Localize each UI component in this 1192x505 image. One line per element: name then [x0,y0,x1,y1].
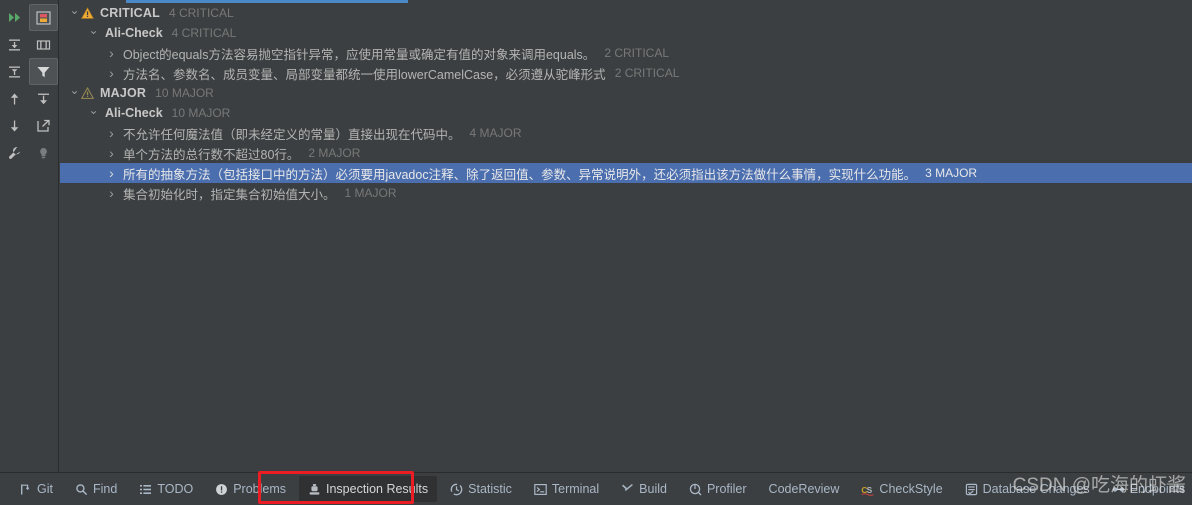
lightbulb-icon[interactable] [29,139,58,166]
list-icon [139,483,152,496]
warning-major-icon [81,86,94,100]
tool-window-tab-label: Problems [233,482,286,496]
tool-window-tab-git[interactable]: Git [10,476,62,502]
tree-row-count: 10 MAJOR [155,86,214,100]
chevron-right-icon[interactable] [105,126,118,141]
chevron-right-icon[interactable] [105,46,118,61]
git-branch-icon [19,483,32,496]
tree-row-count: 3 MAJOR [925,166,978,180]
tool-window-tab-checkstyle[interactable]: C S CheckStyle [852,476,951,502]
hammer-icon [621,483,634,496]
tree-row-label: Object的equals方法容易抛空指针异常，应使用常量或确定有值的对象来调用… [123,47,596,62]
chevron-right-icon[interactable] [105,166,118,181]
tool-window-tab-build[interactable]: Build [612,476,676,502]
previous-occurrence-icon[interactable] [0,85,29,112]
tool-window-tab-find[interactable]: Find [66,476,126,502]
inspection-results-tree-panel: CRITICAL 4 CRITICAL Ali-Check 4 CRITICAL Obj… [60,0,1192,472]
chevron-right-icon[interactable] [105,146,118,161]
endpoints-icon [1112,483,1125,496]
tree-row-label: 不允许任何魔法值（即未经定义的常量）直接出现在代码中。 [123,127,461,142]
chevron-right-icon[interactable] [105,66,118,81]
tree-row-count: 1 MAJOR [344,186,397,200]
svg-text:S: S [867,484,873,494]
error-circle-icon [215,483,228,496]
tool-window-tab-inspection-results[interactable]: Inspection Results [299,476,438,502]
tool-window-tab-label: Statistic [468,482,512,496]
tree-row-major-item-1[interactable]: 不允许任何魔法值（即未经定义的常量）直接出现在代码中。 4 MAJOR [60,123,1192,143]
search-icon [75,483,88,496]
tree-row-count: 4 MAJOR [469,126,522,140]
chevron-down-icon[interactable] [68,87,81,100]
tool-window-tab-label: Endpoints [1129,482,1186,496]
tool-window-tab-statistic[interactable]: Statistic [441,476,521,502]
tree-row-label: 方法名、参数名、成员变量、局部变量都统一使用lowerCamelCase，必须遵… [123,67,606,82]
chevron-down-icon[interactable] [87,27,100,40]
tool-window-tab-profiler[interactable]: Profiler [680,476,756,502]
tool-window-tab-label: Build [639,482,667,496]
inspection-toolbar [0,0,59,472]
export-icon[interactable] [29,112,58,139]
checkstyle-icon: CS [861,483,875,496]
inspection-icon [308,483,321,496]
tree-row-critical-item-2[interactable]: 方法名、参数名、成员变量、局部变量都统一使用lowerCamelCase，必须遵… [60,63,1192,83]
tool-window-tab-label: Terminal [551,482,600,496]
tree-row-major-severity[interactable]: MAJOR 10 MAJOR [60,83,1192,103]
filter-icon[interactable] [29,58,58,85]
expand-all-icon[interactable] [0,31,29,58]
tree-row-label: MAJOR [100,86,147,100]
tree-row-critical-severity[interactable]: CRITICAL 4 CRITICAL [60,3,1192,23]
tool-window-tab-problems[interactable]: Problems [206,476,295,502]
tree-row-label: Ali-Check [105,26,163,40]
tree-row-label: 集合初始化时，指定集合初始值大小。 [123,187,336,202]
tool-window-tab-terminal[interactable]: Terminal [525,476,608,502]
tree-row-label: Ali-Check [105,106,163,120]
group-by-directory-icon[interactable] [29,31,58,58]
inspection-tree[interactable]: CRITICAL 4 CRITICAL Ali-Check 4 CRITICAL Obj… [60,0,1192,203]
rerun-inspection-icon[interactable] [0,4,29,31]
tool-window-tab-label: TODO [157,482,194,496]
database-icon [965,483,978,496]
tree-row-label: 所有的抽象方法（包括接口中的方法）必须要用javadoc注释、除了返回值、参数、… [123,167,917,182]
tool-window-tab-label: CodeReview [768,482,840,496]
tree-row-major-ali-check[interactable]: Ali-Check 10 MAJOR [60,103,1192,123]
chevron-down-icon[interactable] [87,107,100,120]
ide-inspection-results-window: CRITICAL 4 CRITICAL Ali-Check 4 CRITICAL Obj… [0,0,1192,505]
tree-row-count: 10 MAJOR [171,106,231,120]
chevron-right-icon[interactable] [105,186,118,201]
chevron-down-icon[interactable] [68,7,81,20]
tree-row-label: 单个方法的总行数不超过80行。 [123,147,300,162]
tree-row-count: 4 CRITICAL [168,6,234,20]
tree-row-major-item-4[interactable]: 集合初始化时，指定集合初始值大小。 1 MAJOR [60,183,1192,203]
collapse-all-icon[interactable] [0,58,29,85]
settings-wrench-icon[interactable] [0,139,29,166]
tool-window-tab-label: Find [92,482,118,496]
tool-window-tab-endpoints[interactable]: Endpoints [1103,476,1192,502]
tree-row-major-item-3[interactable]: 所有的抽象方法（包括接口中的方法）必须要用javadoc注释、除了返回值、参数、… [60,163,1192,183]
inspection-settings-icon[interactable] [29,4,58,31]
tool-window-tab-code-review[interactable]: CodeReview [760,476,849,502]
next-occurrence-icon[interactable] [0,112,29,139]
tree-row-critical-item-1[interactable]: Object的equals方法容易抛空指针异常，应使用常量或确定有值的对象来调用… [60,43,1192,63]
tool-window-tab-database-changes[interactable]: Database Changes [956,476,1099,502]
tree-row-count: 2 CRITICAL [614,66,680,80]
terminal-icon [534,483,547,496]
profiler-icon [689,483,702,496]
tree-row-count: 4 CRITICAL [171,26,237,40]
tree-row-major-item-2[interactable]: 单个方法的总行数不超过80行。 2 MAJOR [60,143,1192,163]
tree-row-label: CRITICAL [100,6,160,20]
autoscroll-to-source-icon[interactable] [29,85,58,112]
tree-row-critical-ali-check[interactable]: Ali-Check 4 CRITICAL [60,23,1192,43]
tree-row-count: 2 CRITICAL [604,46,669,60]
tool-window-tab-todo[interactable]: TODO [130,476,202,502]
tool-window-tab-label: CheckStyle [879,482,943,496]
tree-row-count: 2 MAJOR [308,146,361,160]
tool-window-tab-label: Git [37,482,53,496]
tool-window-tab-label: Inspection Results [326,482,429,496]
tool-window-tab-label: Database Changes [982,482,1090,496]
tool-window-tab-label: Profiler [706,482,747,496]
tool-window-bar: Git Find TODO Problems Inspection Results Sta… [0,472,1192,505]
clock-icon [450,483,463,496]
warning-critical-icon [81,6,94,20]
